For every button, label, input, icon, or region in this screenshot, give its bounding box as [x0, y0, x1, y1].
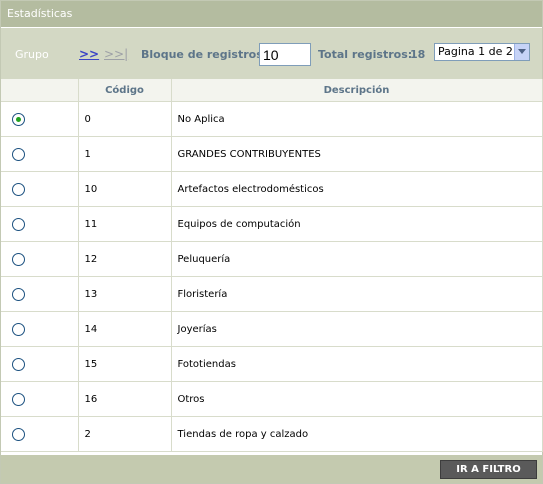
descripcion-cell: No Aplica [171, 101, 543, 137]
column-header-codigo[interactable]: Código [78, 79, 172, 102]
table-row[interactable]: 13 Floristería [1, 276, 543, 312]
table-row[interactable]: 16 Otros [1, 381, 543, 417]
next-page-link[interactable]: >> [79, 47, 99, 61]
descripcion-cell: Tiendas de ropa y calzado [171, 416, 543, 452]
row-radio[interactable] [12, 357, 25, 371]
row-radio[interactable] [12, 392, 25, 406]
total-records-value: 18 [410, 48, 426, 61]
table-row[interactable]: 15 Fototiendas [1, 346, 543, 382]
descripcion-cell: Artefactos electrodomésticos [171, 171, 543, 207]
row-radio[interactable] [12, 182, 25, 196]
row-select-cell [1, 311, 79, 347]
codigo-cell: 0 [78, 101, 172, 137]
block-size-input[interactable] [259, 43, 311, 66]
row-radio[interactable] [12, 217, 25, 231]
row-select-cell [1, 101, 79, 137]
table-row[interactable]: 11 Equipos de computación [1, 206, 543, 242]
stats-panel: Estadísticas Grupo >> >>| Bloque de regi… [0, 0, 543, 484]
row-select-cell [1, 136, 79, 172]
descripcion-cell: Floristería [171, 276, 543, 312]
row-select-cell [1, 206, 79, 242]
descripcion-cell: Equipos de computación [171, 206, 543, 242]
table-row[interactable]: 12 Peluquería [1, 241, 543, 277]
row-select-cell [1, 346, 79, 382]
codigo-cell: 13 [78, 276, 172, 312]
row-select-cell [1, 276, 79, 312]
table-row[interactable]: 10 Artefactos electrodomésticos [1, 171, 543, 207]
row-radio[interactable] [12, 252, 25, 266]
chevron-down-icon[interactable] [514, 44, 529, 60]
row-radio[interactable] [12, 287, 25, 301]
row-select-cell [1, 381, 79, 417]
table-header-row: Código Descripción [1, 79, 543, 102]
column-header-descripcion[interactable]: Descripción [171, 79, 543, 102]
page-select[interactable]: Pagina 1 de 2 [434, 43, 530, 61]
descripcion-cell: Fototiendas [171, 346, 543, 382]
codigo-cell: 1 [78, 136, 172, 172]
page-select-value: Pagina 1 de 2 [438, 45, 513, 58]
column-header-select [1, 79, 79, 102]
total-records-label: Total registros: [318, 48, 413, 61]
descripcion-cell: GRANDES CONTRIBUYENTES [171, 136, 543, 172]
codigo-cell: 12 [78, 241, 172, 277]
block-size-label: Bloque de registros: [141, 48, 268, 61]
row-select-cell [1, 241, 79, 277]
go-to-filter-button[interactable]: IR A FILTRO [440, 460, 537, 479]
pagination-toolbar: Grupo >> >>| Bloque de registros: Total … [1, 28, 542, 79]
panel-title: Estadísticas [1, 1, 542, 28]
descripcion-cell: Otros [171, 381, 543, 417]
row-radio[interactable] [12, 147, 25, 161]
row-select-cell [1, 416, 79, 452]
table-row[interactable]: 0 No Aplica [1, 101, 543, 137]
last-page-link[interactable]: >>| [104, 47, 128, 61]
codigo-cell: 2 [78, 416, 172, 452]
codigo-cell: 16 [78, 381, 172, 417]
row-radio[interactable] [12, 427, 25, 441]
codigo-cell: 15 [78, 346, 172, 382]
row-select-cell [1, 171, 79, 207]
codigo-cell: 11 [78, 206, 172, 242]
codigo-cell: 10 [78, 171, 172, 207]
codigo-cell: 14 [78, 311, 172, 347]
group-label: Grupo [15, 48, 49, 61]
descripcion-cell: Peluquería [171, 241, 543, 277]
row-radio[interactable] [12, 322, 25, 336]
table-row[interactable]: 2 Tiendas de ropa y calzado [1, 416, 543, 452]
table-row[interactable]: 14 Joyerías [1, 311, 543, 347]
table-row[interactable]: 1 GRANDES CONTRIBUYENTES [1, 136, 543, 172]
records-table: Código Descripción 0 No Aplica 1 GRANDES CO… [1, 79, 543, 452]
panel-footer: IR A FILTRO [1, 455, 542, 483]
descripcion-cell: Joyerías [171, 311, 543, 347]
row-radio[interactable] [12, 112, 25, 126]
